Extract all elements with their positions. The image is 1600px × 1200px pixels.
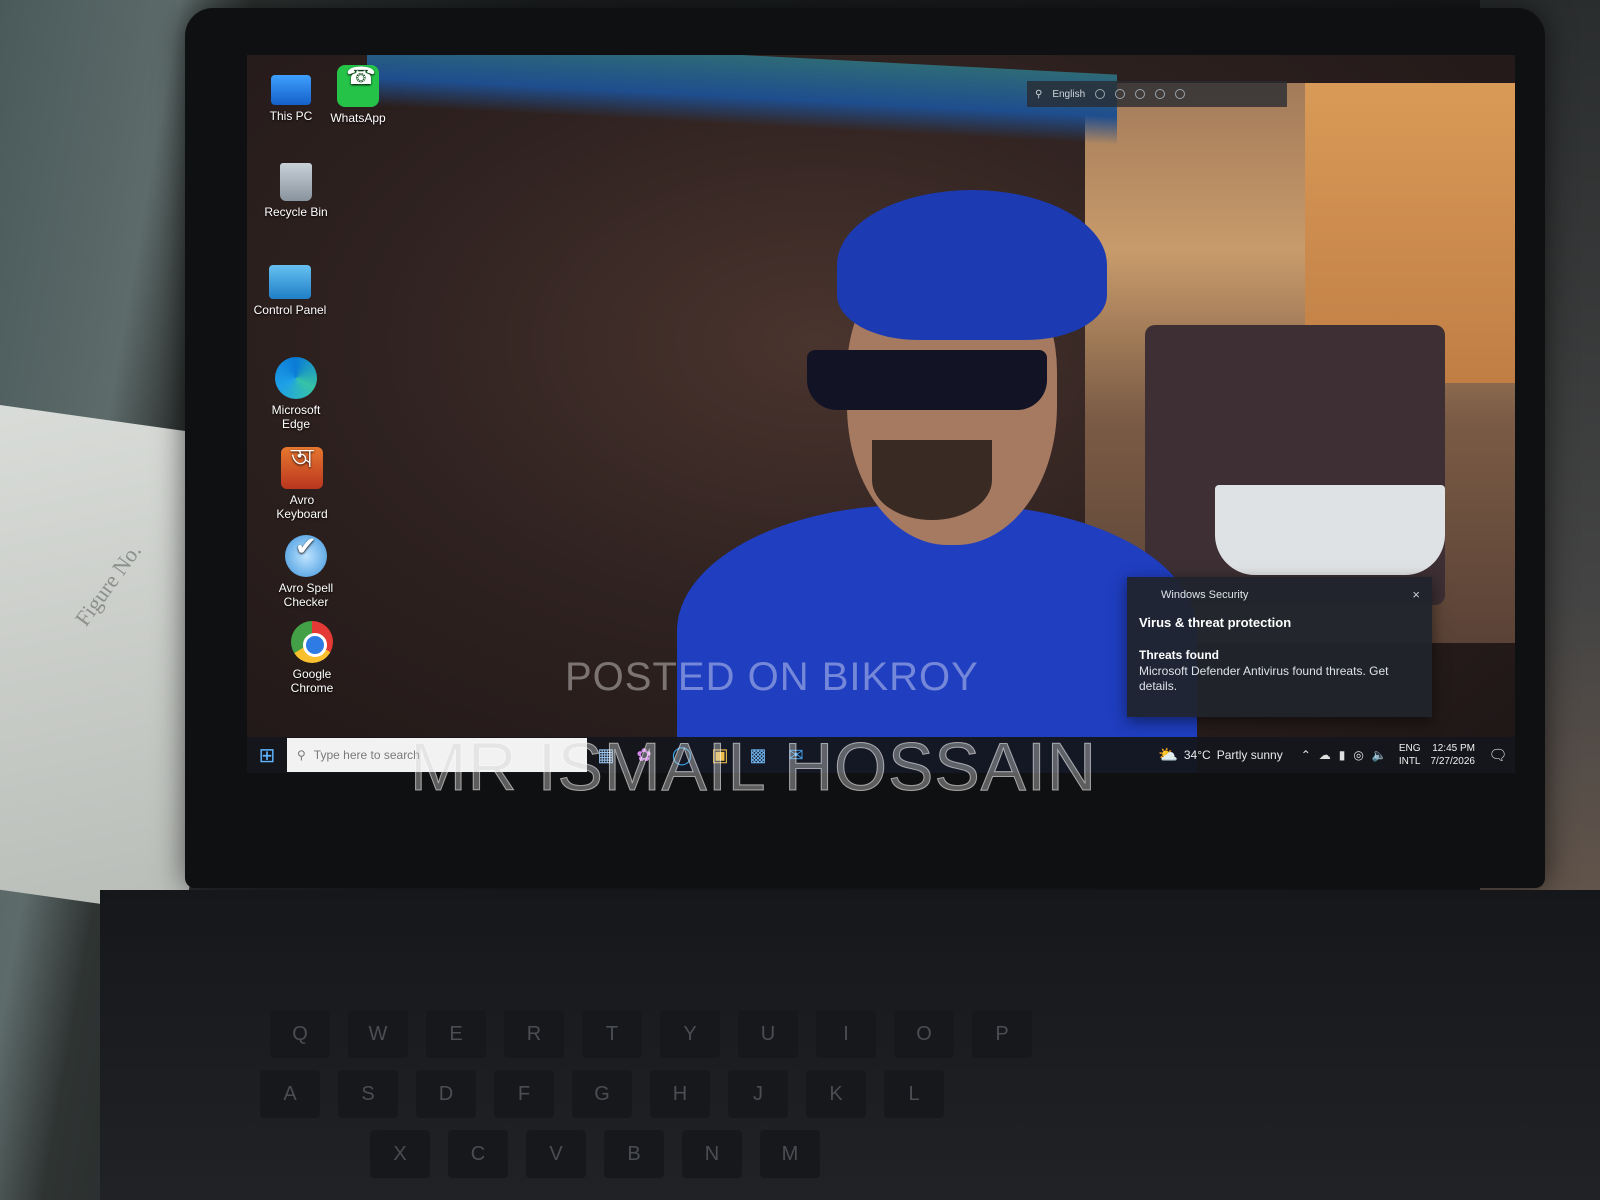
key[interactable]: U — [738, 1010, 798, 1058]
desktop-icon-recycle-bin[interactable]: Recycle Bin — [257, 163, 335, 219]
desktop-icon-whatsapp[interactable]: WhatsApp — [319, 65, 397, 125]
recycle-bin-icon — [280, 163, 312, 201]
wallpaper-hair — [837, 190, 1107, 340]
toast-close-button[interactable]: × — [1412, 587, 1420, 602]
clock-date: 7/27/2026 — [1430, 756, 1476, 767]
key[interactable]: K — [806, 1070, 866, 1118]
desktop-icon-label: This PC — [269, 109, 313, 123]
key[interactable]: M — [760, 1130, 820, 1178]
key[interactable]: A — [260, 1070, 320, 1118]
network-icon[interactable]: ◎ — [1353, 748, 1363, 762]
onedrive-icon[interactable]: ☁ — [1319, 748, 1331, 762]
keyboard-layout: INTL — [1398, 756, 1421, 767]
key[interactable]: P — [972, 1010, 1032, 1058]
desktop-icon-label: Google Chrome — [290, 667, 334, 695]
wallpaper-sink — [1215, 485, 1445, 575]
desktop-icon-label: Control Panel — [253, 303, 327, 317]
key[interactable]: B — [604, 1130, 664, 1178]
chrome-icon — [291, 621, 333, 663]
desktop-icon-label: Microsoft Edge — [271, 403, 321, 431]
taskbar-clock[interactable]: 12:45 PM 7/27/2026 — [1425, 742, 1482, 768]
start-button[interactable]: ⊞ — [247, 737, 287, 773]
desktop-icon-avro-spell-checker[interactable]: Avro Spell Checker — [267, 535, 345, 609]
toast-body[interactable]: Microsoft Defender Antivirus found threa… — [1139, 664, 1420, 694]
weather-widget[interactable]: ⛅ 34°C Partly sunny — [1148, 745, 1293, 765]
wallpaper-beard — [872, 440, 992, 520]
desktop-icon-edge[interactable]: Microsoft Edge — [257, 357, 335, 431]
weather-temperature: 34°C — [1183, 748, 1211, 762]
desktop-icon-label: Recycle Bin — [264, 205, 328, 219]
desktop-icon-chrome[interactable]: Google Chrome — [273, 621, 351, 695]
partly-sunny-icon: ⛅ — [1157, 747, 1178, 764]
search-icon[interactable]: ⚲ — [1035, 89, 1042, 100]
watermark-owner: MR ISMAIL HOSSAIN — [409, 729, 1098, 806]
desktop-icon-control-panel[interactable]: Control Panel — [251, 265, 329, 317]
language-bar-option-icon[interactable] — [1135, 89, 1146, 99]
key[interactable]: G — [572, 1070, 632, 1118]
keyboard-row-bottom: XCVBNM — [370, 1130, 820, 1178]
language-bar-option-icon[interactable] — [1155, 89, 1166, 99]
language-bar-option-icon[interactable] — [1095, 89, 1106, 99]
key[interactable]: Q — [270, 1010, 330, 1058]
desktop-icon-label: WhatsApp — [330, 111, 386, 125]
key[interactable]: C — [448, 1130, 508, 1178]
desktop-icon-label: Avro Spell Checker — [278, 581, 334, 609]
key[interactable]: J — [728, 1070, 788, 1118]
edge-icon — [275, 357, 317, 399]
help-icon[interactable] — [1175, 89, 1186, 99]
weather-condition: Partly sunny — [1216, 748, 1283, 762]
language-bar-option-icon[interactable] — [1115, 89, 1126, 99]
system-tray: ⌃ ☁ ▮ ◎ 🔈 — [1293, 748, 1395, 762]
windows-logo-icon: ⊞ — [258, 744, 276, 767]
wallpaper-blue-band — [367, 55, 1117, 145]
key[interactable]: W — [348, 1010, 408, 1058]
key[interactable]: F — [494, 1070, 554, 1118]
desktop-icon-label: Avro Keyboard — [276, 493, 328, 521]
whatsapp-icon — [337, 65, 379, 107]
key[interactable]: H — [650, 1070, 710, 1118]
control-panel-icon — [269, 265, 311, 299]
search-placeholder[interactable]: Type here to search — [314, 748, 420, 762]
key[interactable]: L — [884, 1070, 944, 1118]
watermark-posted: POSTED ON BIKROY — [565, 655, 979, 699]
paper-note: Figure No. — [69, 538, 147, 631]
search-icon: ⚲ — [297, 748, 306, 762]
volume-icon[interactable]: 🔈 — [1372, 748, 1387, 762]
wallpaper-sunglasses — [807, 350, 1047, 410]
language-code: ENG — [1398, 743, 1421, 754]
key[interactable]: X — [370, 1130, 430, 1178]
key[interactable]: O — [894, 1010, 954, 1058]
language-bar[interactable]: ⚲ English — [1027, 81, 1287, 107]
clock-time: 12:45 PM — [1432, 743, 1475, 754]
toast-title: Virus & threat protection — [1139, 615, 1292, 630]
windows-security-toast[interactable]: Windows Security × Virus & threat protec… — [1127, 577, 1432, 717]
toast-subtitle: Threats found — [1139, 648, 1219, 662]
keyboard-row-home: ASDFGHJKL — [260, 1070, 944, 1118]
photo-background: Figure No. This PC WhatsApp Recycle — [0, 0, 1600, 1200]
battery-icon[interactable]: ▮ — [1339, 748, 1346, 762]
avro-keyboard-icon — [281, 447, 323, 489]
language-label[interactable]: English — [1052, 89, 1085, 100]
key[interactable]: E — [426, 1010, 486, 1058]
keyboard-row-top: QWERTYUIOP — [270, 1010, 1032, 1058]
key[interactable]: S — [338, 1070, 398, 1118]
laptop-keyboard: QWERTYUIOP ASDFGHJKL XCVBNM — [100, 890, 1600, 1200]
key[interactable]: V — [526, 1130, 586, 1178]
chevron-up-icon[interactable]: ⌃ — [1301, 748, 1311, 762]
this-pc-icon — [271, 75, 311, 105]
key[interactable]: Y — [660, 1010, 720, 1058]
input-language-indicator[interactable]: ENG INTL — [1395, 742, 1425, 768]
key[interactable]: I — [816, 1010, 876, 1058]
key[interactable]: R — [504, 1010, 564, 1058]
key[interactable]: N — [682, 1130, 742, 1178]
key[interactable]: T — [582, 1010, 642, 1058]
notification-center-icon[interactable]: 🗨 — [1481, 737, 1515, 773]
toast-app-name: Windows Security — [1161, 589, 1249, 601]
avro-spell-checker-icon — [285, 535, 327, 577]
desktop-icon-avro-keyboard[interactable]: Avro Keyboard — [263, 447, 341, 521]
key[interactable]: D — [416, 1070, 476, 1118]
